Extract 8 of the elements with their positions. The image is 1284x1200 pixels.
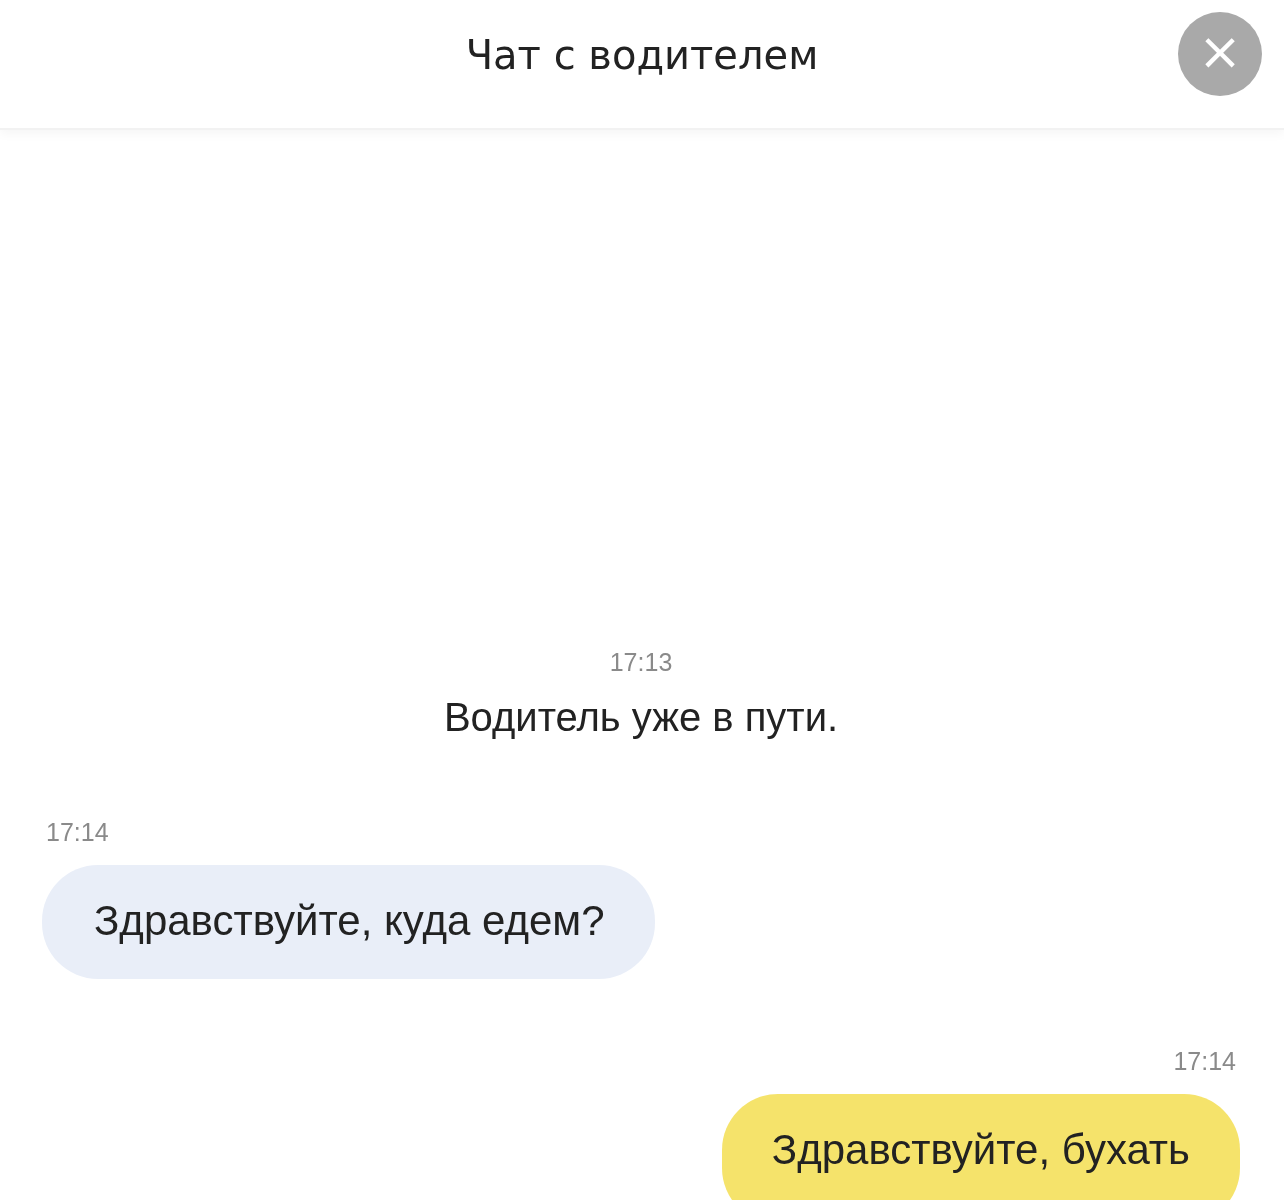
- chat-title: Чат с водителем: [465, 32, 819, 78]
- message-time: 17:14: [45, 818, 110, 847]
- close-button[interactable]: ×: [1178, 12, 1262, 96]
- incoming-message: Здравствуйте, куда едем?: [42, 865, 655, 979]
- system-message: Водитель уже в пути.: [443, 695, 839, 740]
- message-time: 17:14: [1172, 1047, 1237, 1076]
- message-time: 17:13: [608, 648, 674, 677]
- outgoing-message: Здравствуйте, бухать: [721, 1094, 1240, 1200]
